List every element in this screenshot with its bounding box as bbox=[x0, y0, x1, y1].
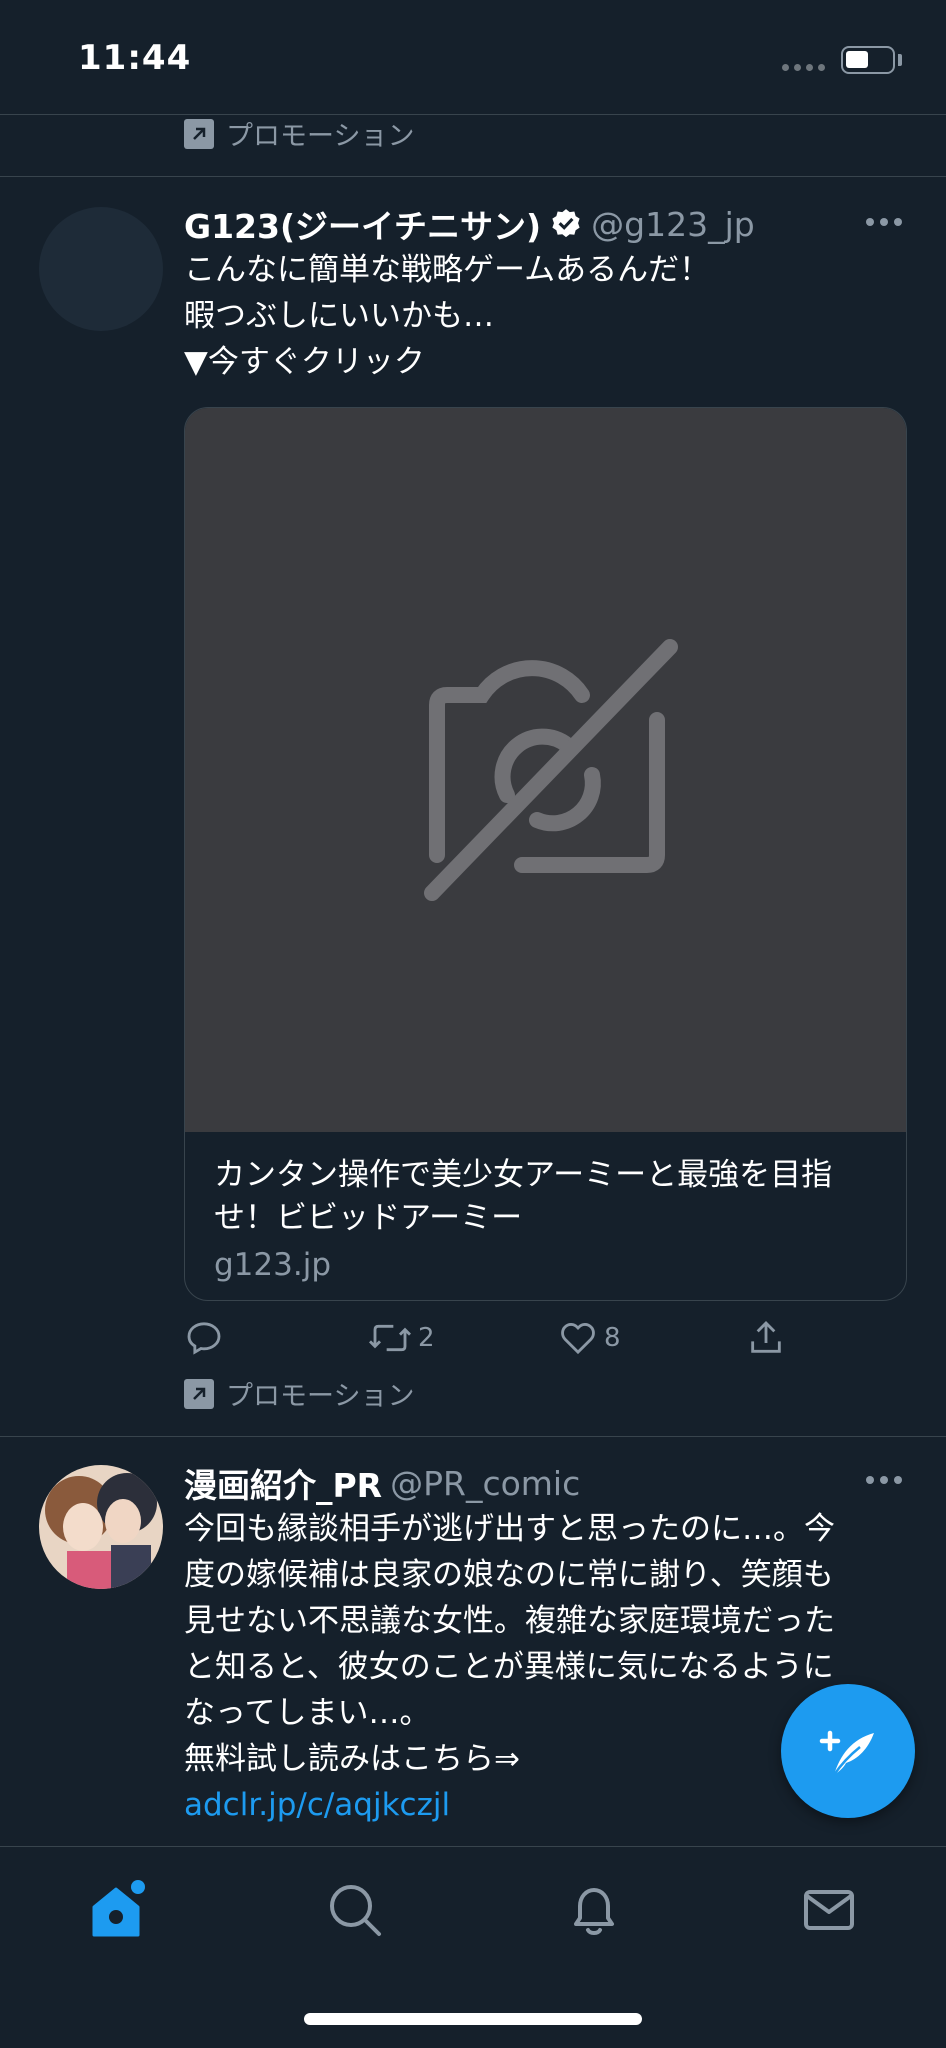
more-options-icon[interactable] bbox=[866, 218, 902, 226]
author-name[interactable]: G123(ジーイチニサン) bbox=[184, 200, 541, 248]
divider bbox=[0, 114, 946, 115]
battery-icon bbox=[841, 46, 895, 74]
retweet-button[interactable]: 2 bbox=[368, 1318, 435, 1358]
link-card[interactable]: カンタン操作で美少女アーミーと最強を目指せ！ビビッドアーミー g123.jp bbox=[184, 407, 907, 1301]
tweet-actions: 2 8 bbox=[184, 1318, 804, 1368]
retweet-icon bbox=[368, 1324, 412, 1352]
share-button[interactable] bbox=[746, 1318, 786, 1358]
mail-icon bbox=[804, 1890, 854, 1930]
tweet-header: G123(ジーイチニサン) @g123_jp bbox=[184, 200, 755, 248]
share-icon bbox=[751, 1320, 781, 1353]
card-domain: g123.jp bbox=[214, 1247, 331, 1283]
author-handle[interactable]: @PR_comic bbox=[390, 1464, 580, 1503]
promotion-text: プロモーション bbox=[226, 1381, 415, 1412]
promoted-icon bbox=[184, 118, 214, 149]
avatar[interactable] bbox=[39, 1465, 163, 1589]
promotion-text: プロモーション bbox=[226, 121, 415, 152]
compose-tweet-button[interactable] bbox=[781, 1684, 915, 1818]
promotion-label: プロモーション bbox=[184, 114, 414, 153]
promotion-label: プロモーション bbox=[184, 1374, 414, 1413]
home-indicator[interactable] bbox=[304, 2013, 642, 2025]
reply-icon bbox=[187, 1322, 221, 1355]
tab-notifications[interactable] bbox=[559, 1875, 629, 1945]
card-title: カンタン操作で美少女アーミーと最強を目指せ！ビビッドアーミー bbox=[214, 1157, 833, 1236]
divider bbox=[0, 1436, 946, 1437]
more-options-icon[interactable] bbox=[866, 1476, 902, 1484]
retweet-count: 2 bbox=[418, 1323, 435, 1353]
card-media bbox=[185, 408, 906, 1132]
divider bbox=[0, 176, 946, 177]
status-time: 11:44 bbox=[78, 38, 192, 78]
author-handle[interactable]: @g123_jp bbox=[591, 205, 755, 244]
status-bar: 11:44 bbox=[0, 0, 946, 114]
like-count: 8 bbox=[604, 1323, 621, 1353]
like-button[interactable]: 8 bbox=[558, 1318, 621, 1358]
verified-badge-icon bbox=[552, 209, 580, 238]
tab-home[interactable] bbox=[84, 1875, 154, 1945]
avatar[interactable] bbox=[39, 207, 163, 331]
tweet-text: こんなに簡単な戦略ゲームあるんだ！ 暇つぶしにいいかも… ▼今すぐクリック bbox=[184, 252, 711, 380]
author-name[interactable]: 漫画紹介_PR bbox=[184, 1459, 382, 1507]
tweet-text: 今回も縁談相手が逃げ出すと思ったのに…。今 度の嫁候補は良家の娘なのに常に謝り、… bbox=[184, 1506, 835, 1828]
bell-icon bbox=[574, 1888, 614, 1935]
search-icon bbox=[330, 1885, 381, 1936]
signal-icon bbox=[782, 64, 825, 71]
tab-search[interactable] bbox=[320, 1875, 390, 1945]
image-unavailable-icon bbox=[423, 639, 678, 901]
promoted-icon bbox=[184, 1378, 214, 1409]
compose-feather-icon bbox=[819, 1730, 874, 1776]
heart-icon bbox=[561, 1323, 595, 1355]
tab-messages[interactable] bbox=[794, 1875, 864, 1945]
home-icon bbox=[92, 1880, 145, 1937]
tweet-header: 漫画紹介_PR @PR_comic bbox=[184, 1459, 580, 1507]
reply-button[interactable] bbox=[184, 1318, 230, 1358]
tweet-link[interactable]: adclr.jp/c/aqjkczjl bbox=[184, 1782, 835, 1828]
